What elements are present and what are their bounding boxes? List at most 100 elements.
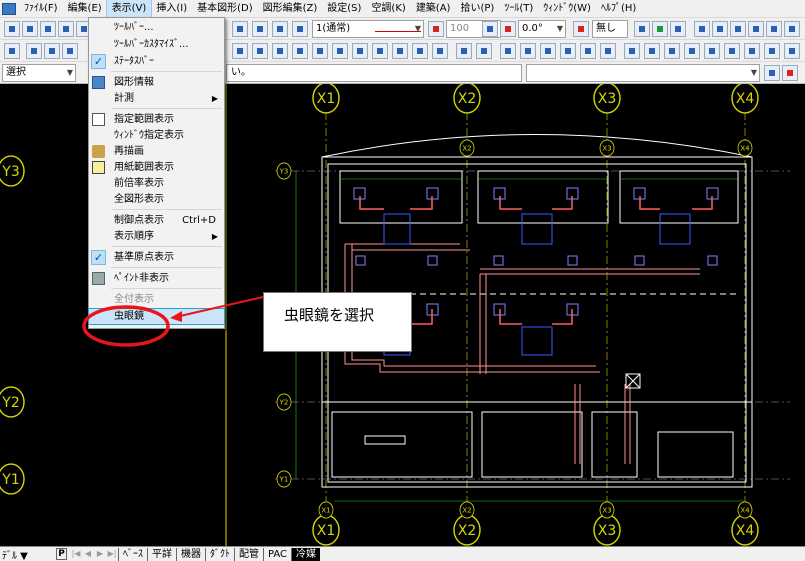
menu-file[interactable]: ﾌｧｲﾙ(F) <box>19 0 63 18</box>
command-input[interactable]: ▼ <box>526 64 760 82</box>
new-file-icon[interactable] <box>4 21 20 37</box>
symbol-icon[interactable] <box>4 43 20 59</box>
measure-icon[interactable] <box>652 21 668 37</box>
menu-takeoff[interactable]: 拾い(P) <box>455 0 499 18</box>
arch-a-icon[interactable] <box>624 43 640 59</box>
menu-item-paper-range[interactable]: 用紙範囲表示 <box>89 160 224 175</box>
target-icon[interactable] <box>392 43 408 59</box>
open-folder-icon[interactable] <box>22 21 38 37</box>
layer-icon[interactable] <box>272 21 288 37</box>
first-sheet-icon[interactable]: |◀ <box>70 548 82 560</box>
menu-item-paint-hide[interactable]: ﾍﾟｲﾝﾄ非表示 <box>89 271 224 286</box>
arch-f-icon[interactable] <box>724 43 740 59</box>
diffuser-icon[interactable] <box>332 43 348 59</box>
arch-g-icon[interactable] <box>744 43 760 59</box>
snap-icon[interactable] <box>252 21 268 37</box>
tab-duct[interactable]: ﾀﾞｸﾄ <box>205 547 234 561</box>
menu-architecture[interactable]: 建築(A) <box>411 0 456 18</box>
menu-tools[interactable]: ﾂｰﾙ(T) <box>499 0 538 18</box>
fitting-f-icon[interactable] <box>600 43 616 59</box>
angle-reset-icon[interactable] <box>500 21 516 37</box>
window-icon[interactable] <box>232 21 248 37</box>
angle-tool-icon[interactable] <box>482 21 498 37</box>
menu-item-control-points[interactable]: 制御点表示 Ctrl+D <box>89 213 224 228</box>
tab-pac[interactable]: PAC <box>263 547 291 561</box>
polygon-icon[interactable] <box>784 21 800 37</box>
menu-shape-edit[interactable]: 図形編集(Z) <box>258 0 323 18</box>
polyline-icon[interactable] <box>712 21 728 37</box>
copy-format-icon[interactable] <box>782 65 798 81</box>
fitting-d-icon[interactable] <box>560 43 576 59</box>
grid-icon[interactable] <box>62 43 78 59</box>
hatch-icon[interactable] <box>456 43 472 59</box>
prev-sheet-icon[interactable]: ◀ <box>82 548 94 560</box>
menu-help[interactable]: ﾍﾙﾌﾟ(H) <box>596 0 641 18</box>
dimension-icon[interactable] <box>476 43 492 59</box>
tab-refrigerant[interactable]: 冷媒 <box>291 547 321 561</box>
menu-item-origin-display[interactable]: ✓ 基準原点表示 <box>89 250 224 265</box>
menu-item-shape-info[interactable]: 図形情報 <box>89 75 224 90</box>
last-sheet-icon[interactable]: ▶| <box>106 548 118 560</box>
menu-edit[interactable]: 編集(E) <box>63 0 107 18</box>
menu-item-previous-zoom[interactable]: 前倍率表示 <box>89 176 224 191</box>
color-mode-select[interactable]: 無し <box>592 20 628 38</box>
menu-item-range-view[interactable]: 指定範囲表示 <box>89 112 224 127</box>
tab-base[interactable]: ﾍﾞｰｽ <box>118 547 147 561</box>
menu-item-fit-all[interactable]: 全図形表示 <box>89 192 224 207</box>
duct-tee-icon[interactable] <box>272 43 288 59</box>
tab-plan-detail[interactable]: 平詳 <box>147 547 176 561</box>
arrow-icon[interactable] <box>44 43 60 59</box>
p-toggle-button[interactable]: P <box>56 548 67 560</box>
menu-settings[interactable]: 設定(S) <box>322 0 366 18</box>
circle-icon[interactable] <box>730 21 746 37</box>
arch-b-icon[interactable] <box>644 43 660 59</box>
menu-hvac[interactable]: 空調(K) <box>366 0 410 18</box>
duct-elbow-icon[interactable] <box>252 43 268 59</box>
menu-basic-shapes[interactable]: 基本図形(D) <box>192 0 258 18</box>
tab-piping[interactable]: 配管 <box>234 547 263 561</box>
fitting-b-icon[interactable] <box>520 43 536 59</box>
menu-item-measure[interactable]: 計測 ▶ <box>89 91 224 106</box>
duct-icon[interactable] <box>232 43 248 59</box>
linetype-select[interactable]: 1(通常) ▼ <box>312 20 424 38</box>
menu-insert[interactable]: 挿入(I) <box>151 0 192 18</box>
menu-item-magnifier[interactable]: 虫眼鏡 <box>88 308 225 325</box>
arch-c-icon[interactable] <box>664 43 680 59</box>
fitting-e-icon[interactable] <box>580 43 596 59</box>
app-icon[interactable] <box>2 2 16 15</box>
tab-equipment[interactable]: 機器 <box>176 547 205 561</box>
arch-e-icon[interactable] <box>704 43 720 59</box>
line-icon[interactable] <box>694 21 710 37</box>
arc-icon[interactable] <box>748 21 764 37</box>
microphone-icon[interactable] <box>764 65 780 81</box>
fitting-a-icon[interactable] <box>500 43 516 59</box>
angle-select[interactable]: 0.0° ▼ <box>518 20 566 38</box>
layer-select[interactable]: ﾃﾞﾙ ▼ <box>0 547 56 561</box>
hammer-icon[interactable] <box>670 21 686 37</box>
node-icon[interactable] <box>26 43 42 59</box>
menu-window[interactable]: ｳｨﾝﾄﾞｳ(W) <box>538 0 596 18</box>
valve-icon[interactable] <box>432 43 448 59</box>
fitting-c-icon[interactable] <box>540 43 556 59</box>
weight-icon[interactable] <box>428 21 444 37</box>
fan-icon[interactable] <box>372 43 388 59</box>
pen-icon[interactable] <box>634 21 650 37</box>
save-icon[interactable] <box>40 21 56 37</box>
mode-select[interactable]: 選択 ▼ <box>2 64 76 82</box>
menu-item-toolbar[interactable]: ﾂｰﾙﾊﾞｰ... <box>89 20 224 35</box>
menu-item-statusbar[interactable]: ✓ ｽﾃｰﾀｽﾊﾞｰ <box>89 54 224 69</box>
menu-item-redraw[interactable]: 再描画 <box>89 144 224 159</box>
next-sheet-icon[interactable]: ▶ <box>94 548 106 560</box>
duct-reducer-icon[interactable] <box>292 43 308 59</box>
menu-view[interactable]: 表示(V) <box>105 0 153 19</box>
grille-icon[interactable] <box>352 43 368 59</box>
arch-d-icon[interactable] <box>684 43 700 59</box>
print-icon[interactable] <box>58 21 74 37</box>
damper-icon[interactable] <box>312 43 328 59</box>
rectangle-icon[interactable] <box>766 21 782 37</box>
arch-h-icon[interactable] <box>764 43 780 59</box>
pipe-icon[interactable] <box>412 43 428 59</box>
color-icon[interactable] <box>573 21 589 37</box>
menu-item-obscured[interactable]: 全付表示 <box>89 292 224 307</box>
menu-item-window-view[interactable]: ｳｨﾝﾄﾞｳ指定表示 <box>89 128 224 143</box>
